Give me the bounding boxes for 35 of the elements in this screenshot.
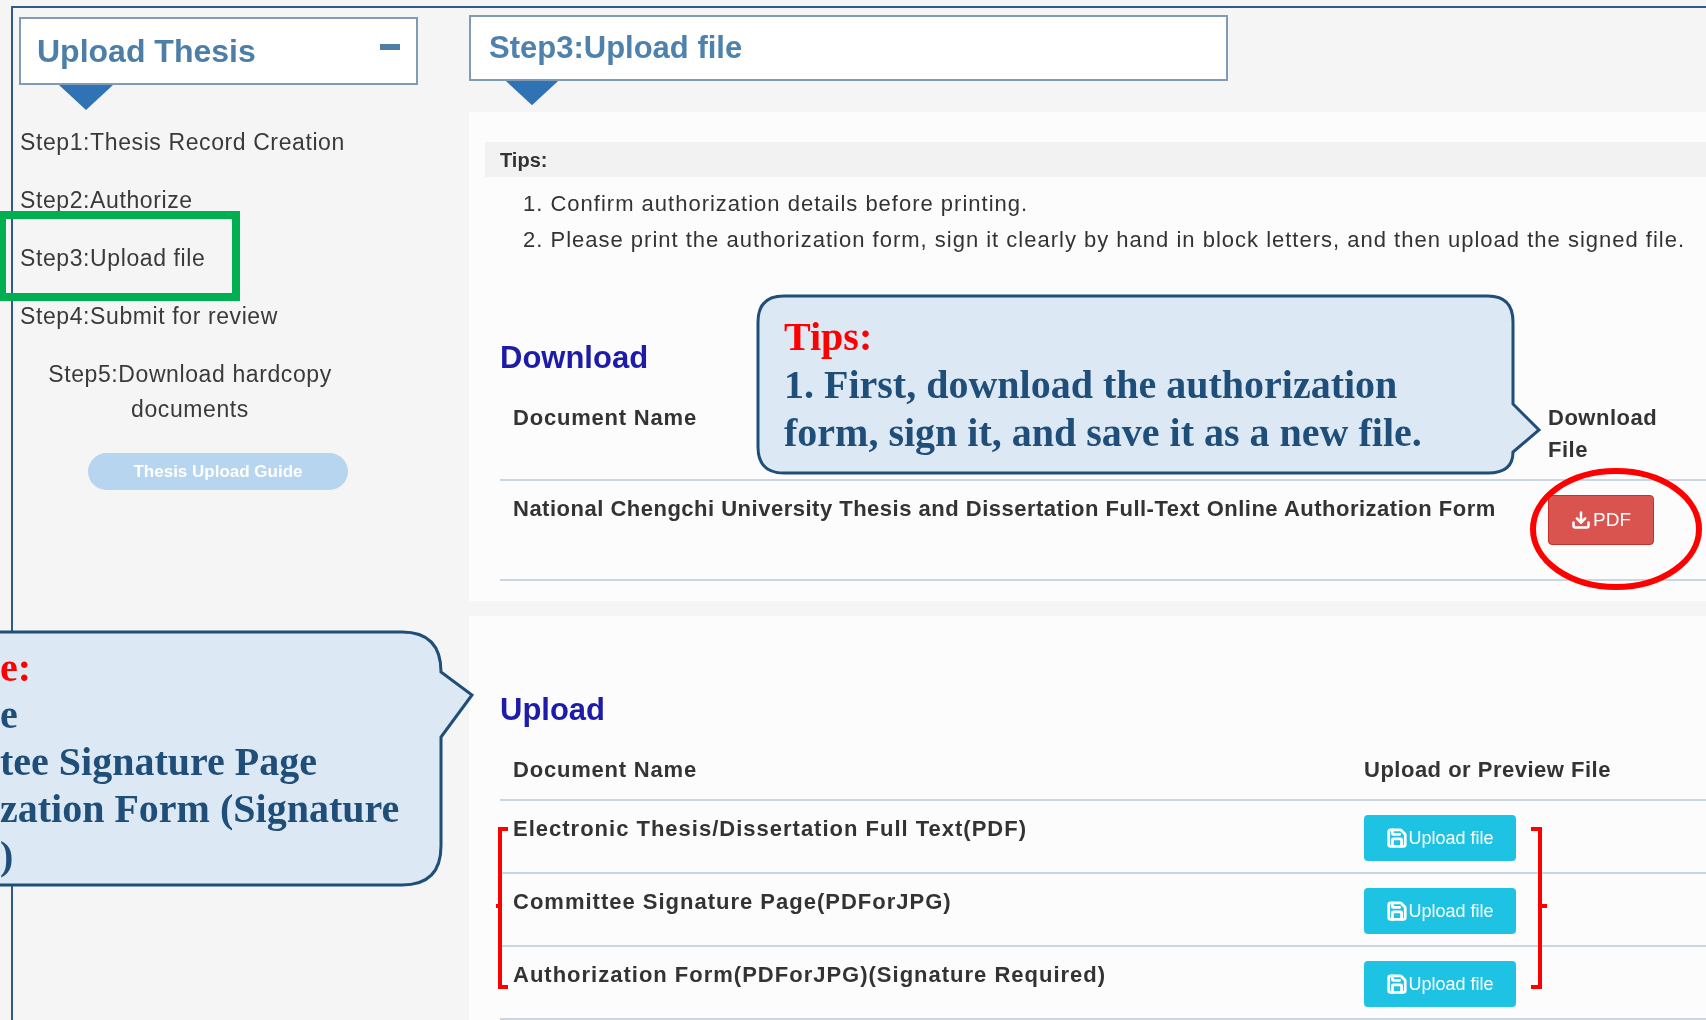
section-heading: Upload <box>500 692 606 728</box>
column-header: Document Name <box>513 406 697 431</box>
table-cell-text: National Chengchi University Thesis and Dissertation Full-Text Online Authorization Form <box>512 495 1497 524</box>
callout-text: 1. First, download the authorization form, sign it, and save it as a new file. <box>784 361 1423 457</box>
step-link[interactable]: Step2:Authorize <box>20 183 193 218</box>
tip-text: 1. Confirm authorization details before printing. <box>523 190 1030 219</box>
tip-text: 2. Please print the authorization form, sign it clearly by hand in block letters, and then upload the signed file. <box>523 226 1687 255</box>
sidebar-title: Upload Thesis <box>37 32 256 71</box>
column-header: Document Name <box>513 758 697 782</box>
column-header: Download File <box>1548 404 1659 465</box>
step-link[interactable]: Step1:Thesis Record Creation <box>20 125 345 160</box>
step-link[interactable]: Step4:Submit for review <box>20 299 278 334</box>
floppy-icon <box>1386 900 1409 922</box>
floppy-icon <box>1386 827 1409 849</box>
callout-text: tee Signature Page <box>0 738 318 785</box>
floppy-icon <box>1386 973 1409 995</box>
callout-title: Tips: <box>784 313 874 361</box>
callout-title: e: <box>0 644 33 691</box>
pointer-triangle-icon <box>505 80 559 106</box>
table-cell-text: Electronic Thesis/Dissertation Full Text(PDF) <box>512 815 1028 843</box>
step-link[interactable]: Step5:Download hardcopy documents <box>20 357 360 427</box>
callout-text: e <box>0 691 19 738</box>
pdf-button[interactable]: PDF <box>1548 495 1654 546</box>
callout-text: zation Form (Signature <box>0 785 400 832</box>
download-icon <box>1571 510 1591 531</box>
callout-text: ) <box>0 832 15 879</box>
table-cell-text: Authorization Form(PDForJPG)(Signature Required) <box>512 961 1108 989</box>
step-title: Step3:Upload file <box>489 28 743 67</box>
step-link[interactable]: Step3:Upload file <box>20 241 206 276</box>
column-header: Upload or Preview File <box>1364 758 1611 784</box>
tips-heading: Tips: <box>500 147 548 173</box>
collapse-icon[interactable] <box>380 44 400 50</box>
pointer-triangle-icon <box>59 85 113 110</box>
table-cell-text: Committee Signature Page(PDForJPG) <box>512 888 953 916</box>
section-heading: Download <box>500 340 649 377</box>
